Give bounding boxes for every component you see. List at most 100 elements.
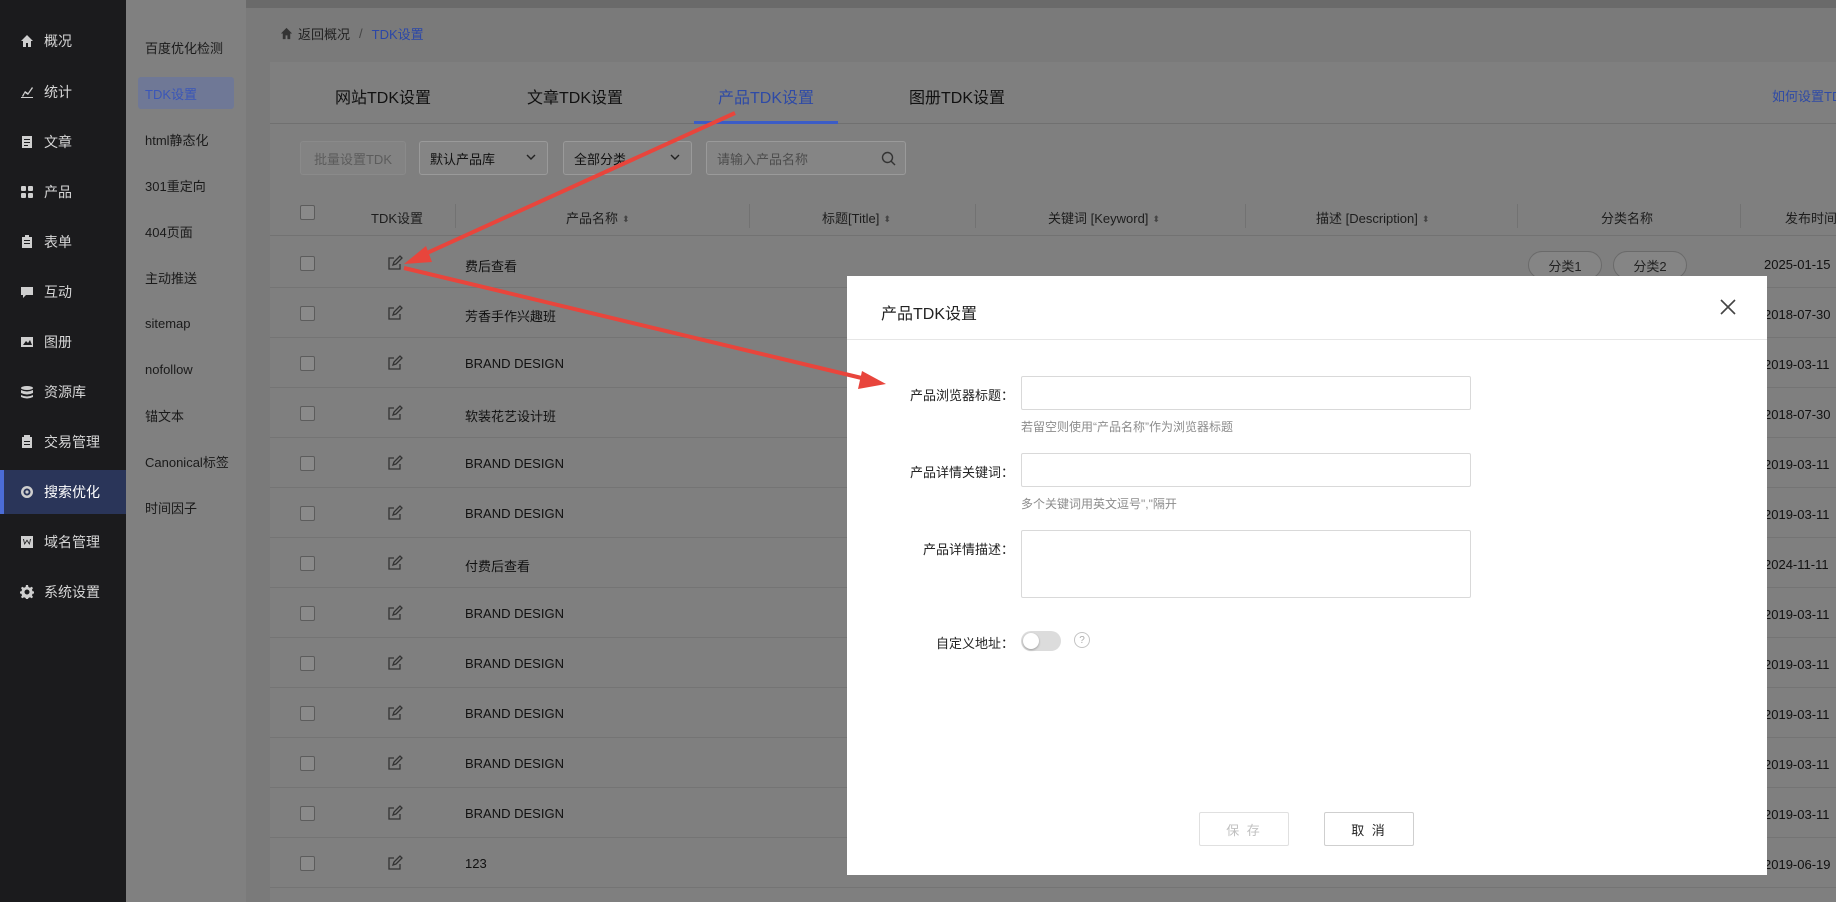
product-name-cell: 123 — [465, 856, 487, 871]
edit-tdk-icon[interactable] — [387, 405, 403, 421]
row-checkbox[interactable] — [300, 506, 315, 521]
nav-item-trade[interactable]: 交易管理 — [0, 420, 126, 464]
breadcrumb-back[interactable]: 返回概况 — [298, 24, 350, 43]
save-button[interactable]: 保 存 — [1199, 812, 1289, 846]
row-checkbox[interactable] — [300, 406, 315, 421]
edit-tdk-icon[interactable] — [387, 705, 403, 721]
help-icon[interactable]: ? — [1074, 632, 1090, 648]
description-textarea[interactable] — [1021, 530, 1471, 598]
product-search-input[interactable]: 请输入产品名称 — [706, 141, 906, 175]
row-checkbox[interactable] — [300, 256, 315, 271]
row-checkbox[interactable] — [300, 556, 315, 571]
batch-set-tdk-button[interactable]: 批量设置TDK — [300, 141, 406, 175]
subnav-item-time-factor[interactable]: 时间因子 — [138, 491, 234, 523]
nav-item-stats[interactable]: 统计 — [0, 70, 126, 114]
edit-tdk-icon[interactable] — [387, 755, 403, 771]
subnav-item-html-static[interactable]: html静态化 — [138, 123, 234, 155]
publish-date-cell: 2019-06-19 — [1764, 857, 1831, 872]
product-library-select[interactable]: 默认产品库 — [419, 141, 548, 175]
nav-item-settings[interactable]: 系统设置 — [0, 570, 126, 614]
sort-icon[interactable]: ⬍ — [1152, 214, 1160, 225]
edit-tdk-icon[interactable] — [387, 805, 403, 821]
toggle-knob — [1023, 633, 1039, 649]
row-checkbox[interactable] — [300, 856, 315, 871]
keyword-input[interactable] — [1021, 453, 1471, 487]
stats-icon — [20, 85, 34, 99]
cancel-button[interactable]: 取 消 — [1324, 812, 1414, 846]
row-checkbox[interactable] — [300, 756, 315, 771]
edit-tdk-icon[interactable] — [387, 555, 403, 571]
select-all-checkbox[interactable] — [300, 205, 315, 220]
tabs-bar — [270, 62, 1836, 124]
nav-label: 搜索优化 — [44, 484, 100, 500]
nav-item-interaction[interactable]: 互动 — [0, 270, 126, 314]
subnav-item-nofollow[interactable]: nofollow — [138, 353, 234, 385]
sort-icon[interactable]: ⬍ — [1422, 214, 1430, 225]
primary-sidebar: 概况 统计 文章 产品 表单 互动 图册 资源库 交易管理 搜索优化 域名管理 — [0, 0, 126, 902]
edit-tdk-icon[interactable] — [387, 305, 403, 321]
nav-item-overview[interactable]: 概况 — [0, 19, 126, 63]
seo-icon — [20, 485, 34, 499]
tab-gallery-tdk[interactable]: 图册TDK设置 — [909, 84, 1005, 108]
nav-item-article[interactable]: 文章 — [0, 120, 126, 164]
subnav-item-canonical[interactable]: Canonical标签 — [138, 445, 234, 477]
row-checkbox[interactable] — [300, 706, 315, 721]
edit-tdk-icon[interactable] — [387, 855, 403, 871]
close-icon[interactable] — [1719, 298, 1737, 316]
nav-item-product[interactable]: 产品 — [0, 170, 126, 214]
product-name-cell: 软装花艺设计班 — [465, 409, 557, 424]
row-checkbox[interactable] — [300, 656, 315, 671]
product-name-cell: 芳香手作兴趣班 — [465, 309, 557, 324]
breadcrumb: 返回概况 / TDK设置 — [280, 24, 424, 43]
product-library-value: 默认产品库 — [430, 151, 496, 167]
row-checkbox[interactable] — [300, 806, 315, 821]
custom-url-toggle[interactable] — [1021, 631, 1061, 651]
search-placeholder: 请输入产品名称 — [717, 151, 809, 167]
edit-tdk-icon[interactable] — [387, 655, 403, 671]
tab-product-tdk[interactable]: 产品TDK设置 — [718, 84, 814, 108]
column-header-keyword-label: 关键词 [Keyword] — [1048, 211, 1149, 226]
column-header-name[interactable]: 产品名称 ⬍ — [566, 208, 630, 227]
nav-item-resources[interactable]: 资源库 — [0, 370, 126, 414]
subnav-item-anchor[interactable]: 锚文本 — [138, 399, 234, 431]
nav-item-form[interactable]: 表单 — [0, 220, 126, 264]
edit-tdk-icon[interactable] — [387, 355, 403, 371]
category-select[interactable]: 全部分类 — [563, 141, 692, 175]
subnav-item-tdk[interactable]: TDK设置 — [138, 77, 234, 109]
domain-icon — [20, 535, 34, 549]
column-header-category: 分类名称 — [1601, 211, 1654, 226]
active-tab-indicator — [694, 121, 838, 124]
row-checkbox[interactable] — [300, 356, 315, 371]
browser-title-input[interactable] — [1021, 376, 1471, 410]
column-header-keyword[interactable]: 关键词 [Keyword] ⬍ — [1048, 208, 1160, 227]
top-bar — [246, 0, 1836, 8]
nav-label: 资源库 — [44, 384, 86, 400]
column-header-date: 发布时间 — [1785, 211, 1836, 226]
row-checkbox[interactable] — [300, 456, 315, 471]
search-icon[interactable] — [881, 151, 896, 166]
edit-tdk-icon[interactable] — [387, 605, 403, 621]
nav-item-gallery[interactable]: 图册 — [0, 320, 126, 364]
tab-site-tdk[interactable]: 网站TDK设置 — [335, 84, 431, 108]
subnav-item-404[interactable]: 404页面 — [138, 215, 234, 247]
nav-item-seo[interactable]: 搜索优化 — [0, 470, 126, 514]
row-checkbox[interactable] — [300, 306, 315, 321]
sort-icon[interactable]: ⬍ — [883, 214, 891, 225]
help-link[interactable]: 如何设置TD — [1772, 86, 1836, 105]
nav-item-domain[interactable]: 域名管理 — [0, 520, 126, 564]
subnav-item-push[interactable]: 主动推送 — [138, 261, 234, 293]
nav-label: 交易管理 — [44, 434, 100, 450]
browser-title-hint: 若留空则使用“产品名称”作为浏览器标题 — [1021, 420, 1233, 434]
edit-tdk-icon[interactable] — [387, 255, 403, 271]
edit-tdk-icon[interactable] — [387, 455, 403, 471]
column-header-description[interactable]: 描述 [Description] ⬍ — [1316, 208, 1429, 227]
column-header-title[interactable]: 标题[Title] ⬍ — [822, 208, 891, 227]
subnav-item-301[interactable]: 301重定向 — [138, 169, 234, 201]
subnav-item-baidu-check[interactable]: 百度优化检测 — [138, 31, 234, 63]
sort-icon[interactable]: ⬍ — [622, 214, 630, 225]
subnav-item-sitemap[interactable]: sitemap — [138, 307, 234, 339]
tab-article-tdk[interactable]: 文章TDK设置 — [527, 84, 623, 108]
publish-date-cell: 2019-03-11 — [1764, 757, 1830, 772]
edit-tdk-icon[interactable] — [387, 505, 403, 521]
row-checkbox[interactable] — [300, 606, 315, 621]
